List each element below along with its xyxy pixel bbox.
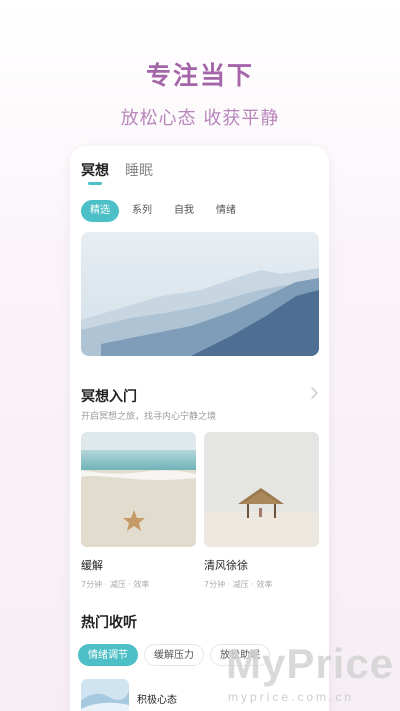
session-title: 缓解 (81, 559, 103, 572)
session-meta: 7分钟 · 减压 · 效率 (204, 580, 273, 589)
tab-bar: 冥想 睡眠 (81, 160, 153, 180)
featured-banner[interactable] (81, 232, 319, 356)
chip-emotion[interactable]: 情绪 (207, 200, 245, 222)
session-card-relief[interactable]: 缓解 7分钟 · 减压 · 效率 (81, 432, 196, 590)
hero-title: 专注当下 (145, 61, 254, 90)
tab-meditation[interactable]: 冥想 (81, 160, 109, 180)
track-thumbnail (81, 679, 129, 711)
intro-subtitle: 开启冥想之旅，找寻内心宁静之境 (81, 412, 217, 422)
popular-title: 热门收听 (81, 615, 137, 631)
mountain-landscape-image (81, 232, 319, 356)
session-meta: 7分钟 · 减压 · 效率 (81, 580, 150, 589)
track-title: 积极心态 (137, 695, 177, 706)
content-card: 冥想 睡眠 精选 系列 自我 情绪 冥想入门 开启冥想之旅，找寻内心宁静之境 缓… (70, 146, 329, 711)
beach-starfish-image (81, 432, 196, 547)
session-card-breeze[interactable]: 清风徐徐 7分钟 · 减压 · 效率 (204, 432, 319, 590)
hero-subtitle: 放松心态 收获平静 (120, 108, 280, 129)
filter-stress-relief[interactable]: 缓解压力 (144, 644, 204, 666)
filter-emotion-regulation[interactable]: 情绪调节 (78, 644, 138, 666)
intro-title: 冥想入门 (81, 389, 137, 405)
chevron-right-icon[interactable] (307, 386, 321, 400)
chip-self[interactable]: 自我 (165, 200, 203, 222)
chip-featured[interactable]: 精选 (81, 200, 119, 222)
active-tab-indicator (88, 182, 102, 185)
tab-sleep[interactable]: 睡眠 (125, 160, 153, 180)
category-chips: 精选 系列 自我 情绪 (81, 200, 249, 222)
beach-hut-image (204, 432, 319, 547)
session-title: 清风徐徐 (204, 559, 248, 572)
chip-series[interactable]: 系列 (123, 200, 161, 222)
watermark-logo: MyPrice (226, 640, 395, 687)
watermark-url: myprice.com.cn (228, 690, 355, 704)
